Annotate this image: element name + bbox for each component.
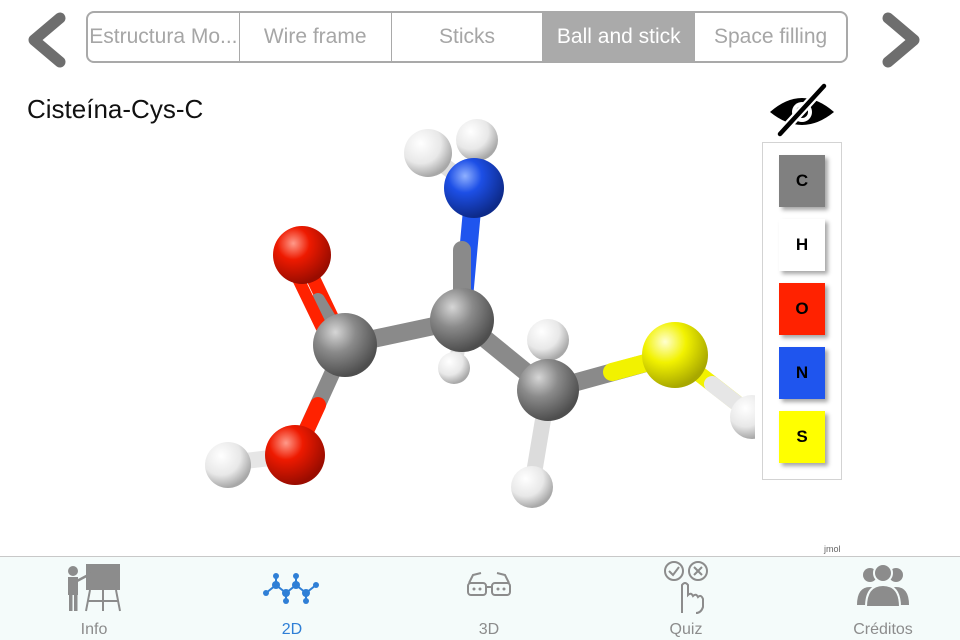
people-icon (857, 563, 909, 608)
tab-2d[interactable]: 2D (232, 557, 352, 640)
3d-glasses-icon (467, 572, 511, 596)
teacher-board-icon (68, 564, 121, 612)
render-style-segmented-control: Estructura Mo... Wire frame Sticks Ball … (86, 11, 848, 63)
tab-quiz[interactable]: Quiz (626, 557, 746, 640)
tab-creditos[interactable]: Créditos (823, 557, 943, 640)
tab-label: Info (80, 621, 108, 638)
eye-slash-icon[interactable] (766, 82, 838, 138)
segment-space-filling[interactable]: Space filling (695, 13, 846, 61)
legend-carbon[interactable]: C (779, 155, 825, 207)
tab-label: Quiz (669, 621, 703, 638)
legend-oxygen[interactable]: O (779, 283, 825, 335)
chevron-left-icon[interactable] (22, 12, 74, 68)
quiz-hand-icon (664, 561, 708, 614)
chevron-right-icon[interactable] (874, 12, 926, 68)
legend-nitrogen[interactable]: N (779, 347, 825, 399)
viewer-screen: Estructura Mo... Wire frame Sticks Ball … (0, 0, 960, 640)
segment-wire-frame[interactable]: Wire frame (240, 13, 392, 61)
tab-label: 3D (478, 621, 500, 638)
segment-ball-and-stick[interactable]: Ball and stick (543, 13, 696, 61)
legend-hydrogen[interactable]: H (779, 219, 825, 271)
molecule-2d-icon (263, 573, 319, 604)
molecule-3d-view[interactable] (150, 110, 760, 530)
tab-label: 2D (281, 621, 303, 638)
legend-sulfur[interactable]: S (779, 411, 825, 463)
jmol-watermark: jmol (824, 544, 841, 554)
bottom-tab-bar: Info 2D 3D Quiz Créditos (0, 556, 960, 640)
tab-3d[interactable]: 3D (429, 557, 549, 640)
segment-sticks[interactable]: Sticks (392, 13, 544, 61)
tab-label: Créditos (853, 621, 913, 638)
segment-molecular-structure[interactable]: Estructura Mo... (88, 13, 240, 61)
element-color-legend: C H O N S (762, 142, 842, 480)
tab-info[interactable]: Info (34, 557, 154, 640)
